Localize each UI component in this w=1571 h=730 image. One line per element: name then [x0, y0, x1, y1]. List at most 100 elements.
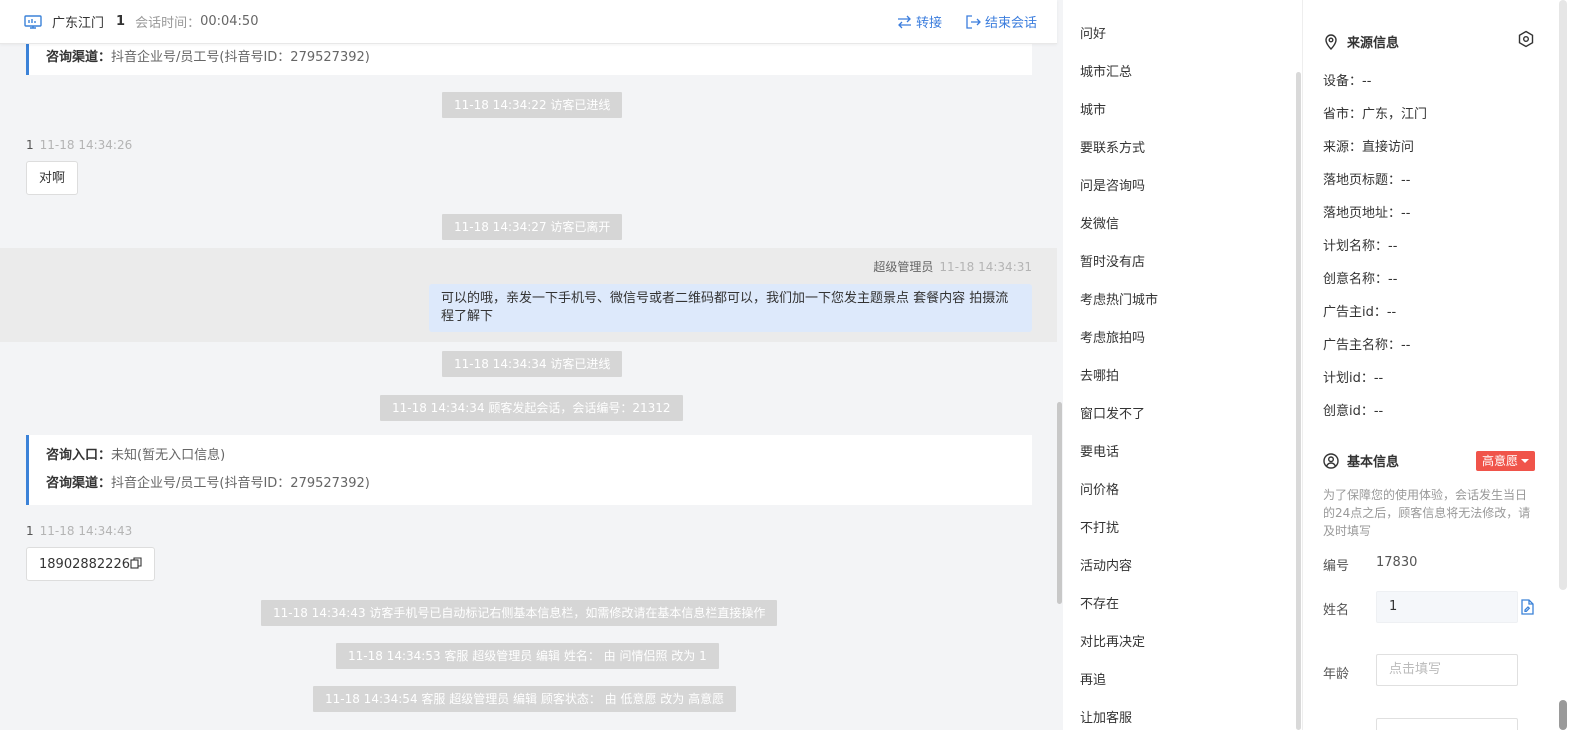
- customer-id-value: 17830: [1376, 555, 1418, 570]
- quick-reply-item[interactable]: 不打扰: [1080, 517, 1119, 536]
- quick-reply-item[interactable]: 不存在: [1080, 593, 1119, 612]
- quick-reply-item[interactable]: 去哪拍: [1080, 365, 1119, 384]
- quick-reply-item[interactable]: 考虑热门城市: [1080, 289, 1158, 308]
- consult-entry-value: 未知(暂无入口信息): [111, 448, 226, 463]
- visitor-location: 广东江门: [52, 16, 105, 31]
- end-session-label: 结束会话: [984, 16, 1037, 31]
- source-field: 省市：广东，江门: [1323, 107, 1428, 122]
- name-field[interactable]: 1: [1376, 591, 1518, 623]
- transfer-icon: [897, 15, 911, 28]
- agent-message-bubble: 可以的哦，亲发一下手机号、微信号或者二维码都可以，我们加一下您发主题景点 套餐内…: [429, 284, 1032, 332]
- user-circle-icon: [1323, 452, 1339, 469]
- consult-channel-line: 咨询渠道：抖音企业号/员工号(抖音号ID：279527392): [46, 470, 1032, 498]
- chat-scrollbar[interactable]: [1057, 402, 1062, 604]
- quick-reply-item[interactable]: 窗口发不了: [1080, 403, 1145, 422]
- source-field: 创意名称：--: [1323, 272, 1398, 287]
- chat-header: 广东江门 1 会话时间： 00:04:50 转接 结束会话: [0, 0, 1057, 44]
- source-field: 创意id：--: [1323, 404, 1384, 419]
- end-session-button[interactable]: 结束会话: [966, 12, 1037, 31]
- transfer-label: 转接: [915, 16, 942, 31]
- app-root: 广东江门 1 会话时间： 00:04:50 转接 结束会话 咨询渠道：抖音企业号…: [0, 0, 1571, 730]
- quick-reply-panel: 问好 城市汇总 城市 要联系方式 问是咨询吗 发微信 暂时没有店 考虑热门城市 …: [1063, 0, 1303, 730]
- system-message: 11-18 14:34:34 访客已进线: [442, 351, 623, 377]
- id-label: 编号: [1323, 559, 1350, 574]
- consult-info-card: 咨询入口：未知(暂无入口信息) 咨询渠道：抖音企业号/员工号(抖音号ID：279…: [26, 435, 1032, 505]
- session-time: 00:04:50: [200, 14, 259, 29]
- panel-scrollbar-thumb[interactable]: [1559, 700, 1567, 730]
- visitor-message-meta: 1 11-18 14:34:43: [26, 524, 132, 538]
- visitor-message-time: 11-18 14:34:43: [39, 524, 133, 538]
- system-message: 11-18 14:34:22 访客已进线: [442, 92, 623, 118]
- basic-info-title-text: 基本信息: [1347, 455, 1400, 470]
- caret-down-icon: [1521, 459, 1530, 463]
- visitor-phone-text: 18902882226: [39, 557, 130, 572]
- age-placeholder: 点击填写: [1389, 662, 1442, 677]
- system-message: 11-18 14:34:27 访客已离开: [442, 214, 623, 240]
- quick-reply-item[interactable]: 考虑旅拍吗: [1080, 327, 1145, 346]
- system-message: 11-18 14:34:53 客服 超级管理员 编辑 姓名： 由 问情侣照 改为…: [336, 643, 719, 669]
- quick-reply-item[interactable]: 再追: [1080, 669, 1106, 688]
- visitor-message-bubble: 18902882226: [26, 547, 155, 581]
- header-actions: 转接 结束会话: [897, 12, 1037, 31]
- consult-channel-key: 咨询渠道：: [46, 50, 112, 65]
- agent-sender: 超级管理员: [873, 260, 934, 274]
- chat-message-list[interactable]: 咨询渠道：抖音企业号/员工号(抖音号ID：279527392) 11-18 14…: [0, 36, 1057, 730]
- visitor-message-bubble: 对啊: [26, 161, 79, 195]
- exit-icon: [966, 14, 981, 29]
- consult-entry-key: 咨询入口：: [46, 448, 112, 463]
- basic-info-title: 基本信息: [1323, 451, 1399, 470]
- system-message: 11-18 14:34:34 顾客发起会话，会话编号：21312: [380, 395, 683, 421]
- source-field: 来源：直接访问: [1323, 140, 1415, 155]
- agent-message-time: 11-18 14:34:31: [939, 260, 1032, 274]
- consult-channel-value: 抖音企业号/员工号(抖音号ID：279527392): [111, 476, 370, 491]
- quick-reply-item[interactable]: 暂时没有店: [1080, 251, 1145, 270]
- consult-channel-value: 抖音企业号/员工号(抖音号ID：279527392): [111, 50, 370, 65]
- quick-reply-item[interactable]: 要电话: [1080, 441, 1119, 460]
- visitor-sender: 1: [26, 524, 34, 538]
- next-field[interactable]: [1376, 718, 1518, 730]
- agent-message-meta: 超级管理员 11-18 14:34:31: [873, 258, 1032, 275]
- quick-reply-item[interactable]: 发微信: [1080, 213, 1119, 232]
- quick-reply-item[interactable]: 要联系方式: [1080, 137, 1145, 156]
- name-label: 姓名: [1323, 603, 1350, 618]
- consult-channel-line: 咨询渠道：抖音企业号/员工号(抖音号ID：279527392): [46, 44, 1032, 72]
- quick-reply-item[interactable]: 让加客服: [1080, 707, 1132, 726]
- copy-icon[interactable]: [130, 557, 142, 569]
- consult-channel-key: 咨询渠道：: [46, 476, 112, 491]
- edit-deadline-notice: 为了保障您的使用体验，会话发生当日的24点之后，顾客信息将无法修改，请及时填写: [1323, 488, 1531, 538]
- quick-reply-item[interactable]: 问价格: [1080, 479, 1119, 498]
- agent-message-row: 超级管理员 11-18 14:34:31 可以的哦，亲发一下手机号、微信号或者二维…: [0, 248, 1057, 342]
- customer-info-panel: 来源信息 设备：-- 省市：广东，江门 来源：直接访问 落地页标题：-- 落地页…: [1303, 0, 1571, 730]
- location-pin-icon: [1325, 33, 1337, 50]
- source-field: 广告主id：--: [1323, 305, 1397, 320]
- age-field[interactable]: 点击填写: [1376, 654, 1518, 686]
- source-field: 落地页地址：--: [1323, 206, 1411, 221]
- system-message: 11-18 14:34:43 访客手机号已自动标记右侧基本信息栏，如需修改请在基…: [261, 600, 778, 626]
- visitor-name: 1: [116, 14, 126, 29]
- source-info-title: 来源信息: [1323, 32, 1399, 51]
- source-field: 计划名称：--: [1323, 239, 1398, 254]
- edit-note-icon[interactable]: [1520, 599, 1534, 615]
- quick-reply-item[interactable]: 城市汇总: [1080, 61, 1132, 80]
- age-label: 年龄: [1323, 667, 1350, 682]
- quick-reply-item[interactable]: 对比再决定: [1080, 631, 1145, 650]
- visitor-sender: 1: [26, 138, 34, 152]
- quick-reply-item[interactable]: 城市: [1080, 99, 1106, 118]
- source-field: 计划id：--: [1323, 371, 1384, 386]
- source-info-title-text: 来源信息: [1347, 36, 1400, 51]
- monitor-icon: [24, 14, 42, 29]
- source-field: 落地页标题：--: [1323, 173, 1411, 188]
- intent-level-dropdown[interactable]: 高意愿: [1476, 451, 1536, 471]
- session-time-label: 会话时间：: [135, 16, 201, 31]
- settings-icon[interactable]: [1517, 30, 1535, 48]
- consult-entry-line: 咨询入口：未知(暂无入口信息): [46, 442, 1032, 470]
- transfer-button[interactable]: 转接: [897, 12, 942, 31]
- chat-panel: 广东江门 1 会话时间： 00:04:50 转接 结束会话 咨询渠道：抖音企业号…: [0, 0, 1063, 730]
- source-field: 设备：--: [1323, 74, 1372, 89]
- quick-reply-item[interactable]: 活动内容: [1080, 555, 1132, 574]
- quick-reply-scrollbar[interactable]: [1296, 72, 1301, 730]
- quick-reply-item[interactable]: 问是咨询吗: [1080, 175, 1145, 194]
- system-message: 11-18 14:34:54 客服 超级管理员 编辑 顾客状态： 由 低意愿 改…: [313, 686, 737, 712]
- quick-reply-item[interactable]: 问好: [1080, 23, 1106, 42]
- panel-scrollbar-track[interactable]: [1559, 0, 1567, 590]
